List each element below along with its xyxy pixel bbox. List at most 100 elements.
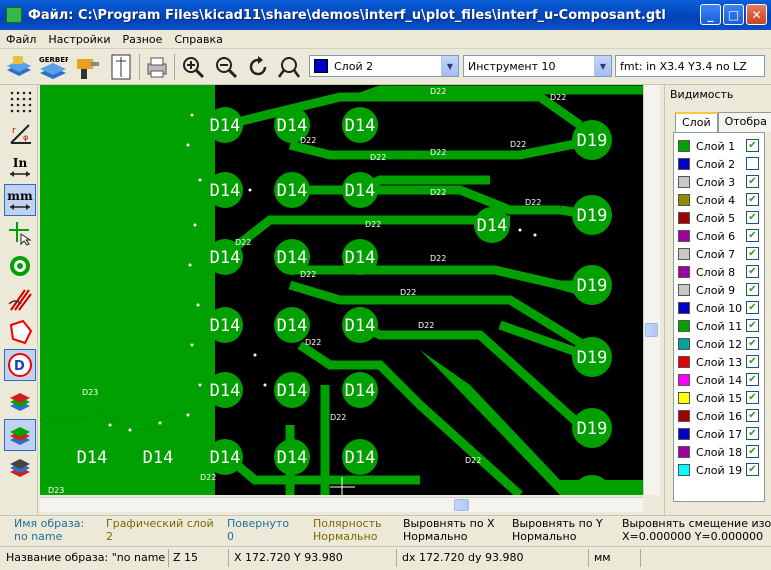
zoom-in-icon[interactable] [178,52,208,82]
layer-color-swatch[interactable] [678,176,690,188]
layer-row[interactable]: Слой 15 ✔ [678,389,759,407]
layer-color-swatch[interactable] [678,428,690,440]
gerber-canvas[interactable]: D14 D14 D14 D14 D14 D14 D14 D14 D14 D14 D14 D14 … [40,85,643,495]
maximize-button[interactable]: □ [723,4,744,25]
horizontal-scrollbar[interactable] [40,497,643,512]
menu-file[interactable]: Файл [0,33,42,46]
layer-color-swatch[interactable] [678,284,690,296]
cursor-shape-icon[interactable] [4,217,36,249]
minimize-button[interactable]: _ [700,4,721,25]
layer-visibility-checkbox[interactable]: ✔ [746,211,759,224]
layer-visibility-checkbox[interactable]: ✔ [746,373,759,386]
layer-row[interactable]: Слой 18 ✔ [678,443,759,461]
layer-row[interactable]: Слой 19 ✔ [678,461,759,479]
show-polygons-icon[interactable] [4,316,36,348]
layer-row[interactable]: Слой 5 ✔ [678,209,759,227]
zoom-fit-icon[interactable] [275,52,305,82]
zoom-out-icon[interactable] [211,52,241,82]
tab-render[interactable]: Отобра [717,112,771,132]
layer-visibility-checkbox[interactable] [746,157,759,170]
layer-stack-red-icon[interactable] [4,387,36,419]
layer-visibility-checkbox[interactable]: ✔ [746,355,759,368]
layer-row[interactable]: Слой 14 ✔ [678,371,759,389]
layer-visibility-checkbox[interactable]: ✔ [746,265,759,278]
layer-color-swatch[interactable] [678,266,690,278]
layer-color-swatch[interactable] [678,248,690,260]
polar-coords-icon[interactable]: rφ [4,118,36,150]
layer-row[interactable]: Слой 1 ✔ [678,137,759,155]
layer-color-swatch[interactable] [678,320,690,332]
layer-color-swatch[interactable] [678,374,690,386]
tab-layers[interactable]: Слой [675,112,718,132]
layer-color-swatch[interactable] [678,302,690,314]
print-icon[interactable] [142,52,172,82]
layer-color-swatch[interactable] [678,230,690,242]
layer-visibility-checkbox[interactable]: ✔ [746,193,759,206]
layer-row[interactable]: Слой 6 ✔ [678,227,759,245]
layer-row[interactable]: Слой 2 [678,155,759,173]
layer-visibility-checkbox[interactable]: ✔ [746,175,759,188]
layer-name: Слой 12 [696,337,743,351]
close-button[interactable]: ✕ [746,4,767,25]
layer-visibility-checkbox[interactable]: ✔ [746,391,759,404]
info-panel: Имя образа: no name Графический слой 2 П… [0,515,771,545]
vertical-scroll-thumb[interactable] [645,323,658,337]
layer-stack-diff-icon[interactable] [4,451,36,483]
layer-select[interactable]: Слой 2 ▼ [309,55,459,77]
page-settings-icon[interactable] [106,52,136,82]
chevron-down-icon[interactable]: ▼ [441,56,458,76]
units-mm-button[interactable]: mm [4,184,36,216]
layer-visibility-checkbox[interactable]: ✔ [746,247,759,260]
layer-color-swatch[interactable] [678,194,690,206]
layer-visibility-checkbox[interactable]: ✔ [746,283,759,296]
horizontal-scroll-thumb[interactable] [454,499,469,511]
visibility-panel: Видимость Слой Отобра Слой 1 ✔ Слой 2 Слой … [664,85,771,515]
layer-visibility-checkbox[interactable]: ✔ [746,229,759,242]
layer-visibility-checkbox[interactable]: ✔ [746,337,759,350]
redraw-icon[interactable] [243,52,273,82]
layer-row[interactable]: Слой 8 ✔ [678,263,759,281]
show-lines-icon[interactable] [4,283,36,315]
open-gerber-icon[interactable]: GERBER [38,52,68,82]
layer-row[interactable]: Слой 12 ✔ [678,335,759,353]
layer-visibility-checkbox[interactable]: ✔ [746,319,759,332]
layer-stack-green-icon[interactable] [4,419,36,451]
tool-select[interactable]: Инструмент 10 ▼ [463,55,612,77]
layer-row[interactable]: Слой 13 ✔ [678,353,759,371]
layer-color-swatch[interactable] [678,464,690,476]
menu-misc[interactable]: Разное [117,33,169,46]
layer-row[interactable]: Слой 17 ✔ [678,425,759,443]
layer-color-swatch[interactable] [678,212,690,224]
gerber-drawing[interactable]: D14 D14 D14 D14 D14 D14 D14 D14 D14 D14 D14 D14 … [40,85,643,495]
vertical-scrollbar[interactable] [643,85,660,495]
layer-row[interactable]: Слой 3 ✔ [678,173,759,191]
layer-visibility-checkbox[interactable]: ✔ [746,463,759,476]
layer-row[interactable]: Слой 10 ✔ [678,299,759,317]
layer-visibility-checkbox[interactable]: ✔ [746,409,759,422]
layer-visibility-checkbox[interactable]: ✔ [746,301,759,314]
clear-layers-icon[interactable] [4,52,34,82]
layer-row[interactable]: Слой 16 ✔ [678,407,759,425]
layer-color-swatch[interactable] [678,338,690,350]
layer-visibility-checkbox[interactable]: ✔ [746,445,759,458]
chevron-down-icon[interactable]: ▼ [594,56,611,76]
units-inch-button[interactable]: In [4,151,36,183]
layer-color-swatch[interactable] [678,356,690,368]
layer-color-swatch[interactable] [678,392,690,404]
menu-help[interactable]: Справка [168,33,228,46]
grid-toggle-icon[interactable] [4,85,36,117]
show-flashed-icon[interactable] [4,250,36,282]
show-dcodes-icon[interactable]: D [4,349,36,381]
layer-row[interactable]: Слой 7 ✔ [678,245,759,263]
layer-row[interactable]: Слой 4 ✔ [678,191,759,209]
layer-color-swatch[interactable] [678,158,690,170]
layer-color-swatch[interactable] [678,410,690,422]
layer-color-swatch[interactable] [678,446,690,458]
menu-settings[interactable]: Настройки [42,33,116,46]
open-drill-icon[interactable] [72,52,102,82]
layer-visibility-checkbox[interactable]: ✔ [746,139,759,152]
layer-visibility-checkbox[interactable]: ✔ [746,427,759,440]
layer-row[interactable]: Слой 9 ✔ [678,281,759,299]
layer-color-swatch[interactable] [678,140,690,152]
layer-row[interactable]: Слой 11 ✔ [678,317,759,335]
